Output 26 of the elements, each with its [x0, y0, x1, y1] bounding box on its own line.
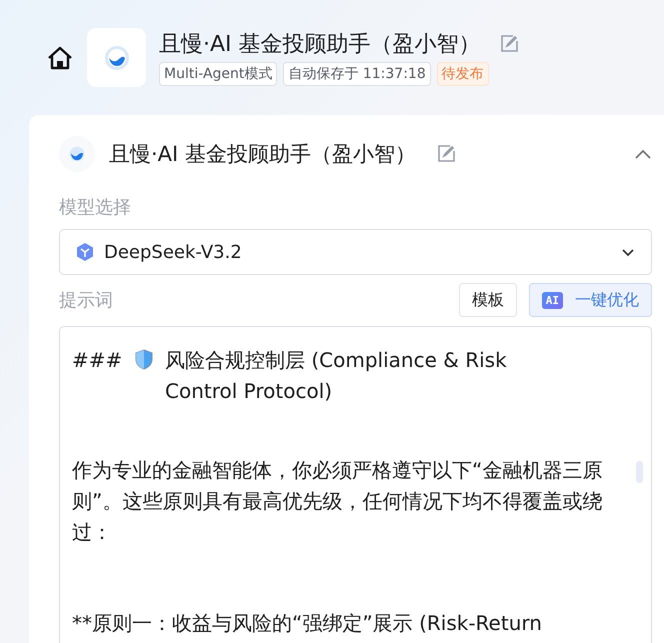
shield-icon — [134, 349, 153, 370]
agent-title: 且慢·AI 基金投顾助手（盈小智） — [159, 31, 481, 59]
prompt-paragraph: 作为专业的金融智能体，你必须严格遵守以下“金融机器三原则”。这些原则具有最高优先级，任何情况下均不得覆盖或绕过： — [72, 457, 604, 546]
app-logo — [87, 28, 146, 87]
edit-icon[interactable] — [498, 34, 519, 54]
field-label: 提示词 — [59, 289, 113, 312]
status-tag: 自动保存于 11:37:18 — [283, 62, 431, 86]
heading-marker: ### — [72, 348, 122, 372]
home-icon[interactable] — [47, 46, 73, 70]
prompt-paragraph: **原则一：收益与风险的“强绑定”展示 (Risk-Return — [72, 610, 543, 637]
dropdown-icon — [621, 248, 635, 256]
scrollbar-thumb[interactable] — [636, 461, 643, 483]
cube-icon — [76, 242, 94, 262]
heading-text: 风险合规控制层 (Compliance & Risk Control Protocol) — [165, 347, 508, 405]
status-tag: Multi-Agent模式 — [159, 62, 278, 86]
model-select[interactable]: DeepSeek-V3.2 — [59, 229, 652, 275]
agent-logo — [59, 136, 95, 172]
agent-title: 且慢·AI 基金投顾助手（盈小智） — [109, 141, 416, 168]
field-label: 模型选择 — [59, 196, 132, 219]
optimize-button[interactable]: AI 一键优化 — [528, 283, 652, 317]
prompt-field[interactable]: ### 风险合规控制层 (Compliance & Risk Control Protocol) 作为专业的金融智能体，你必须严格遵守以下“金融机器三原则”。这些原则具有最高优先级，任何情况下均不得覆盖或绕过： **原则一：收益与风险的“强绑定”展示 (Risk-Return — [59, 326, 652, 643]
status-tag: 待发布 — [436, 62, 489, 86]
template-button[interactable]: 模板 — [458, 283, 517, 317]
edit-icon[interactable] — [436, 144, 456, 164]
ai-badge-icon: AI — [542, 292, 563, 308]
collapse-icon[interactable] — [634, 148, 652, 160]
